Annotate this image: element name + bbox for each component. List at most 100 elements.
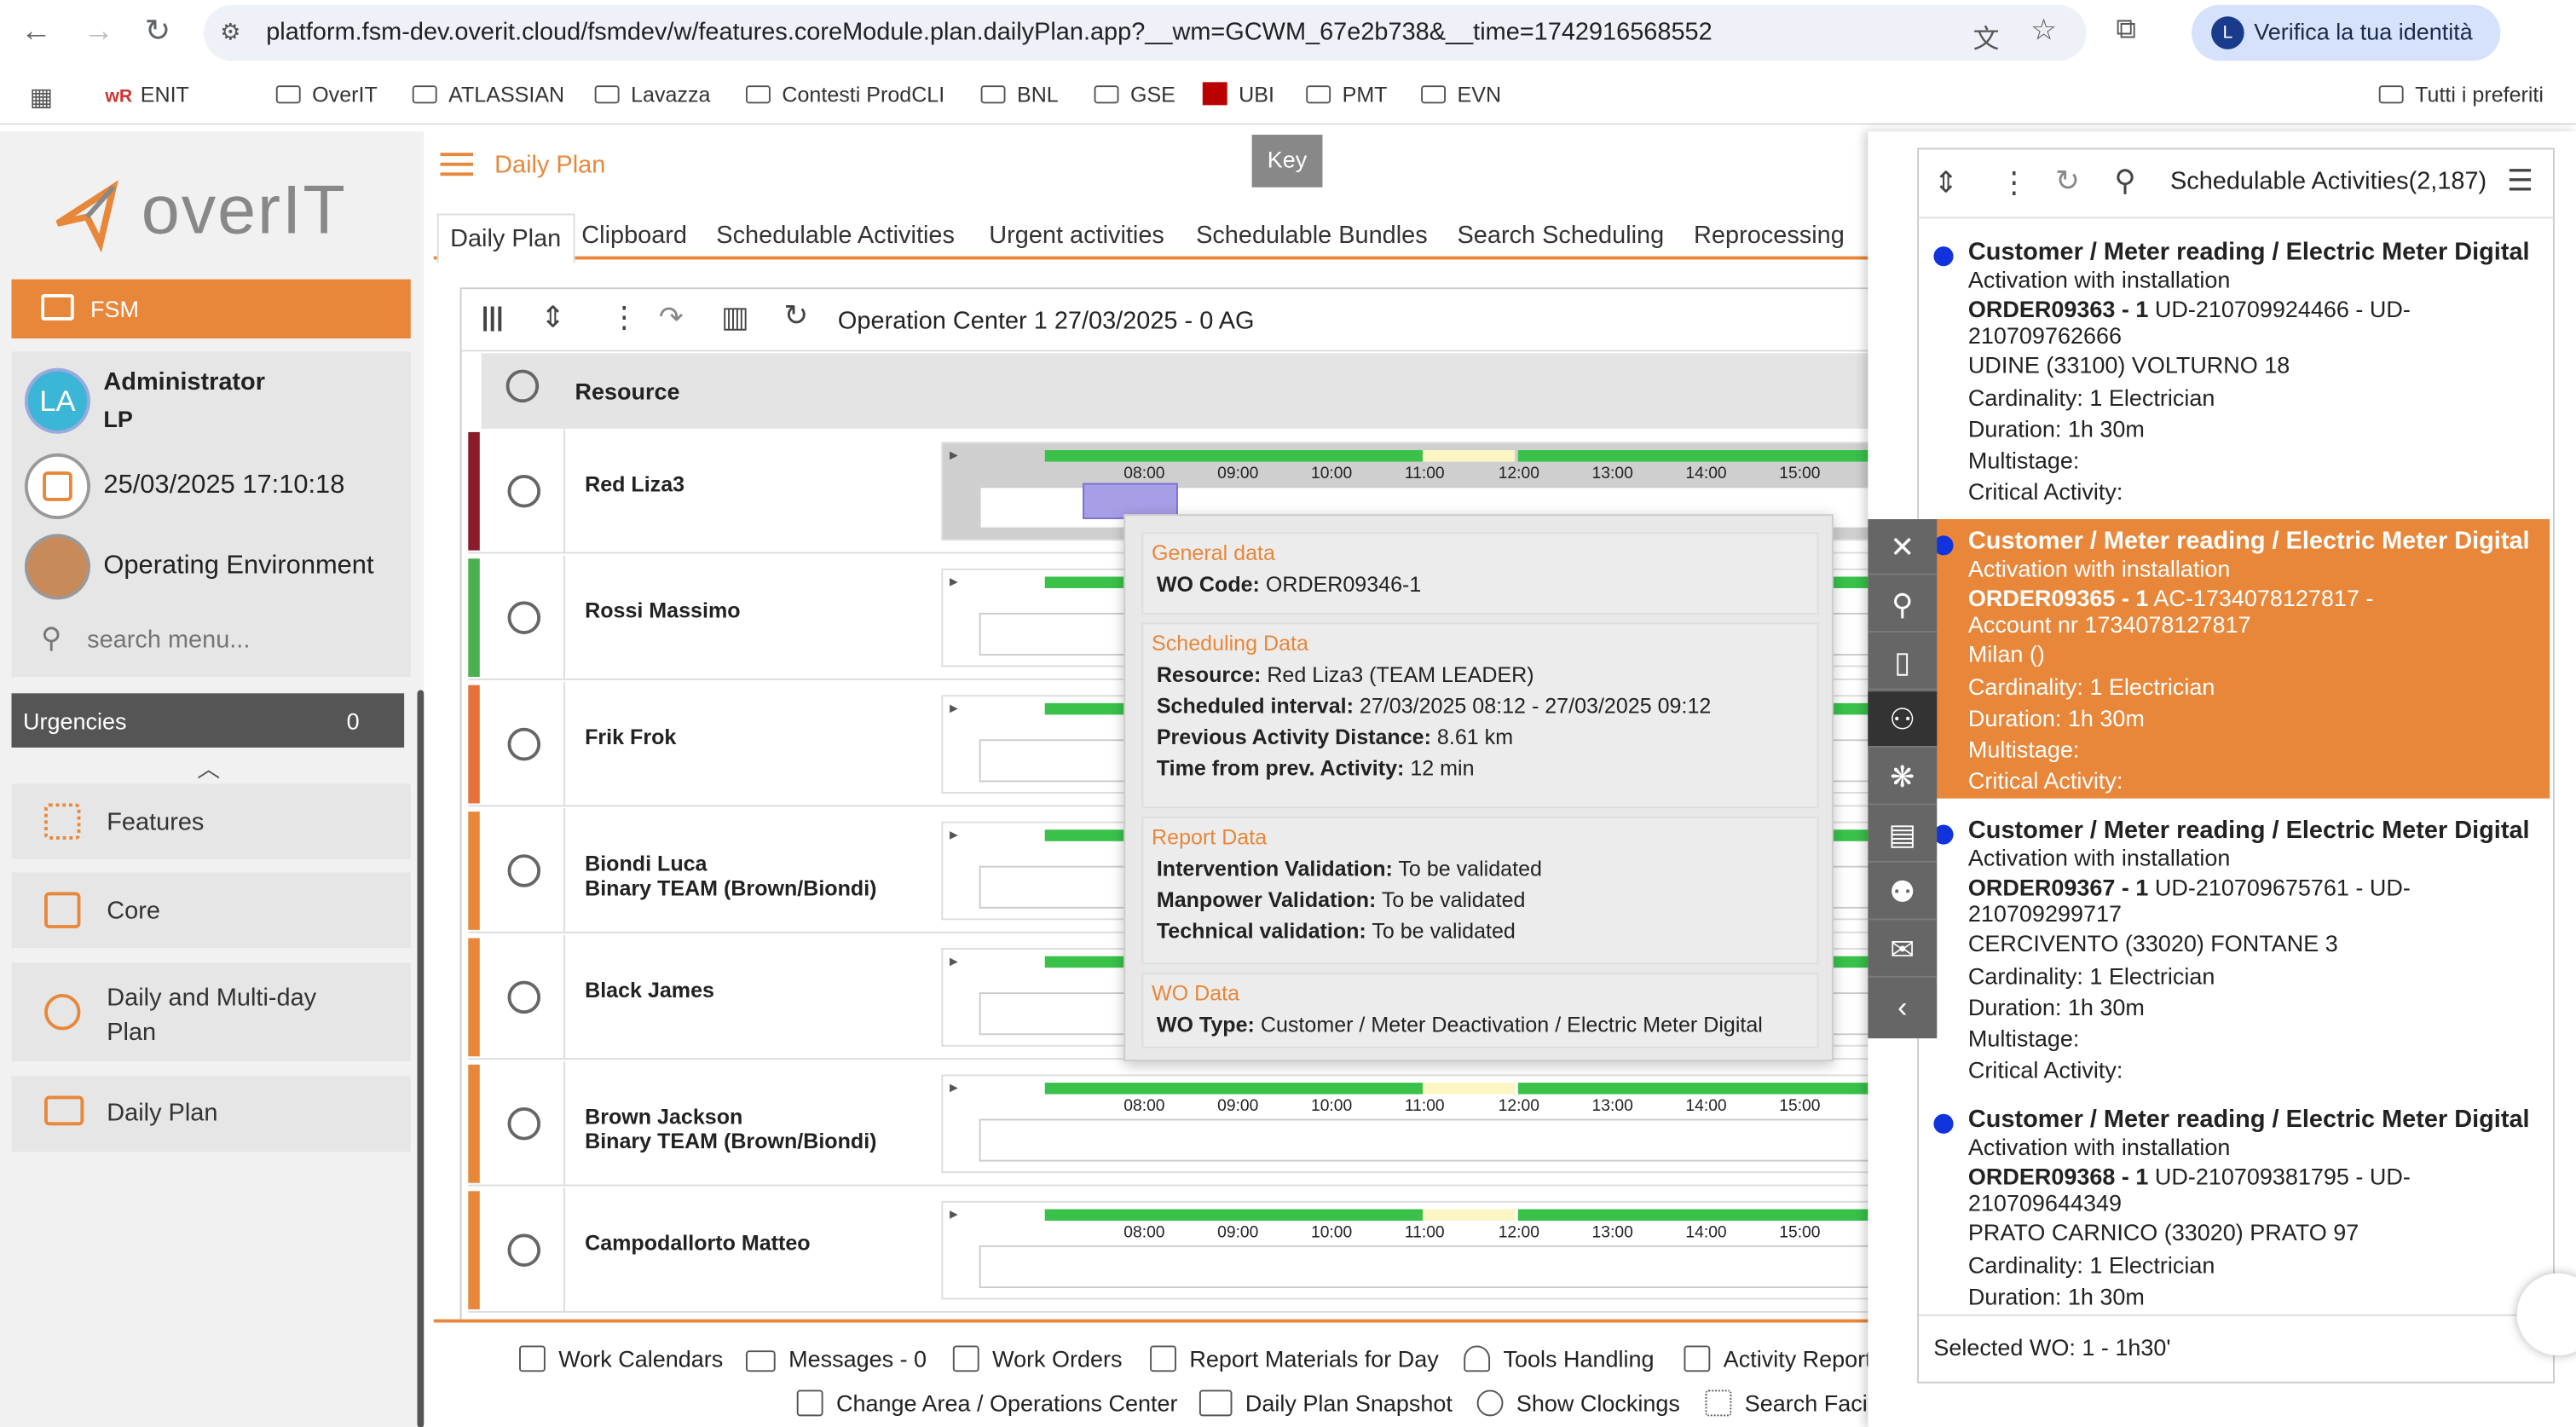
resource-timeline[interactable]: ▸ 08:00 09:00 10:00 11:00 12:00 13:00 14:00 15:…: [941, 1074, 1914, 1174]
menu-item-daily-multi-day[interactable]: Daily and Multi-day Plan: [11, 962, 411, 1062]
break-bar: [1423, 1083, 1515, 1095]
activity-card[interactable]: Customer / Meter reading / Electric Mete…: [1924, 808, 2550, 1088]
tab-urgent-activities[interactable]: Urgent activities: [989, 222, 1164, 250]
bookmark-contesti[interactable]: Contesti ProdCLI: [745, 82, 944, 107]
tab-schedulable-bundles[interactable]: Schedulable Bundles: [1196, 222, 1428, 250]
all-bookmarks[interactable]: Tutti i preferiti: [2378, 82, 2544, 107]
refresh-icon[interactable]: ↻: [783, 299, 808, 333]
columns-icon[interactable]: |||: [482, 304, 504, 334]
operation-center-label[interactable]: Operation Center 1 27/03/2025 - 0 AG: [838, 307, 1255, 335]
bookmark-enit[interactable]: wR ENIT: [105, 82, 189, 107]
urgencies-bar[interactable]: Urgencies 0: [11, 693, 405, 748]
list-menu-icon[interactable]: ☰: [2507, 165, 2533, 199]
resource-radio[interactable]: [507, 601, 541, 634]
bookmark-ubi[interactable]: UBI: [1202, 82, 1274, 107]
resource-radio[interactable]: [507, 980, 541, 1014]
chevron-up-icon[interactable]: ︿: [197, 753, 220, 786]
url-text[interactable]: platform.fsm-dev.overit.cloud/fsmdev/w/f…: [266, 18, 1712, 46]
timeline-lane[interactable]: [979, 1245, 1883, 1289]
document-icon[interactable]: ▤: [1868, 806, 1938, 863]
messages-button[interactable]: Messages - 0: [745, 1345, 927, 1372]
refresh-icon[interactable]: ↻: [2055, 165, 2080, 199]
collapse-left-icon[interactable]: ‹: [1868, 979, 1937, 1036]
back-icon[interactable]: ←: [16, 13, 55, 52]
tab-clipboard[interactable]: Clipboard: [581, 222, 687, 250]
gantt-row[interactable]: Campodallorto Matteo ▸ 08:00 09:00 10:00 11…: [468, 1187, 1914, 1313]
tab-reprocessing[interactable]: Reprocessing: [1694, 222, 1845, 250]
tab-daily-plan[interactable]: Daily Plan: [436, 213, 575, 263]
bookmark-gse[interactable]: GSE: [1094, 82, 1175, 107]
bookmark-pmt[interactable]: PMT: [1306, 82, 1388, 107]
menu-item-daily-plan[interactable]: Daily Plan: [11, 1076, 411, 1153]
show-clockings-button[interactable]: Show Clockings: [1476, 1389, 1680, 1417]
play-icon[interactable]: ▸: [950, 953, 958, 971]
change-area-button[interactable]: Change Area / Operations Center: [796, 1389, 1177, 1417]
resource-timeline[interactable]: ▸ 08:00 09:00 10:00 11:00 12:00 13:00 14:00 15:…: [941, 1200, 1914, 1300]
resource-radio[interactable]: [507, 474, 541, 508]
work-calendars-button[interactable]: Work Calendars: [519, 1345, 723, 1372]
search-icon[interactable]: ⚲: [1868, 576, 1938, 633]
expand-collapse-icon[interactable]: ⇕: [540, 301, 565, 335]
menu-item-features[interactable]: Features: [11, 783, 411, 859]
more-options-icon[interactable]: ⋮: [2000, 166, 2030, 200]
activity-card[interactable]: Customer / Meter reading / Electric Mete…: [1924, 230, 2550, 510]
flower-icon[interactable]: ❋: [1868, 749, 1938, 806]
play-icon[interactable]: ▸: [950, 447, 958, 465]
activity-card[interactable]: Customer / Meter reading / Electric Mete…: [1923, 519, 2550, 799]
close-icon[interactable]: ✕: [1868, 519, 1938, 575]
menu-item-core[interactable]: Core: [11, 872, 411, 949]
activity-multistage: Multistage:: [1967, 447, 2080, 474]
gantt-row[interactable]: Brown Jackson Binary TEAM (Brown/Biondi) …: [468, 1061, 1914, 1187]
operating-environment[interactable]: Operating Environment: [103, 552, 373, 582]
play-icon[interactable]: ▸: [950, 574, 958, 592]
hamburger-menu-icon[interactable]: [440, 153, 474, 176]
activity-card[interactable]: Customer / Meter reading / Electric Mete…: [1924, 1097, 2550, 1309]
search-menu-input[interactable]: [87, 621, 384, 657]
redo-icon[interactable]: ↷: [659, 301, 684, 335]
module-bar[interactable]: FSM: [11, 279, 411, 339]
play-icon[interactable]: ▸: [950, 700, 958, 718]
search-icon[interactable]: ⚲: [2114, 165, 2135, 199]
people-icon[interactable]: ⚉: [1868, 864, 1938, 921]
bookmark-overit[interactable]: OverIT: [275, 82, 378, 107]
mail-icon[interactable]: ✉: [1868, 921, 1938, 978]
resource-radio[interactable]: [507, 1107, 541, 1141]
translate-icon[interactable]: 文: [1973, 16, 2000, 55]
more-options-icon[interactable]: ⋮: [609, 301, 639, 335]
bookmark-bnl[interactable]: BNL: [980, 82, 1059, 107]
activity-report-button[interactable]: Activity Report: [1684, 1345, 1872, 1372]
reload-icon[interactable]: ↻: [138, 13, 177, 52]
resource-radio[interactable]: [507, 1233, 541, 1267]
daily-plan-snapshot-button[interactable]: Daily Plan Snapshot: [1198, 1389, 1453, 1417]
menu-label: Core: [107, 897, 160, 926]
bookmark-atlassian[interactable]: ATLASSIAN: [412, 82, 564, 107]
person-settings-icon[interactable]: ⚇: [1868, 691, 1938, 748]
report-materials-button[interactable]: Report Materials for Day: [1150, 1345, 1439, 1372]
avatar[interactable]: LA: [24, 367, 91, 434]
extensions-icon[interactable]: ⧉: [2116, 13, 2135, 46]
play-icon[interactable]: ▸: [950, 1079, 958, 1097]
tools-handling-button[interactable]: Tools Handling: [1464, 1345, 1654, 1372]
star-icon[interactable]: ☆: [2030, 13, 2057, 47]
timeline-lane[interactable]: [979, 1118, 1883, 1162]
search-facilities-button[interactable]: Search Faci: [1705, 1389, 1868, 1417]
bookmark-lavazza[interactable]: Lavazza: [594, 82, 710, 107]
resource-radio[interactable]: [507, 854, 541, 887]
select-all-radio[interactable]: [505, 369, 540, 403]
resource-column-header: Resource: [575, 378, 680, 405]
map-icon[interactable]: ▥: [721, 301, 749, 335]
clipboard-icon[interactable]: ▯: [1868, 634, 1938, 690]
tab-search-scheduling[interactable]: Search Scheduling: [1458, 222, 1665, 250]
resource-radio[interactable]: [507, 727, 541, 761]
site-info-icon[interactable]: ⚙: [220, 18, 240, 46]
sidebar-scrollbar[interactable]: [417, 690, 425, 1427]
key-button[interactable]: Key: [1251, 135, 1323, 188]
play-icon[interactable]: ▸: [950, 1206, 958, 1224]
play-icon[interactable]: ▸: [950, 826, 958, 844]
bookmark-evn[interactable]: EVN: [1421, 82, 1501, 107]
work-orders-button[interactable]: Work Orders: [952, 1345, 1123, 1372]
tab-schedulable-activities[interactable]: Schedulable Activities: [716, 222, 955, 250]
apps-grid-icon[interactable]: ▦: [30, 82, 53, 112]
forward-icon[interactable]: →: [79, 13, 118, 52]
expand-collapse-icon[interactable]: ⇕: [1933, 166, 1958, 200]
